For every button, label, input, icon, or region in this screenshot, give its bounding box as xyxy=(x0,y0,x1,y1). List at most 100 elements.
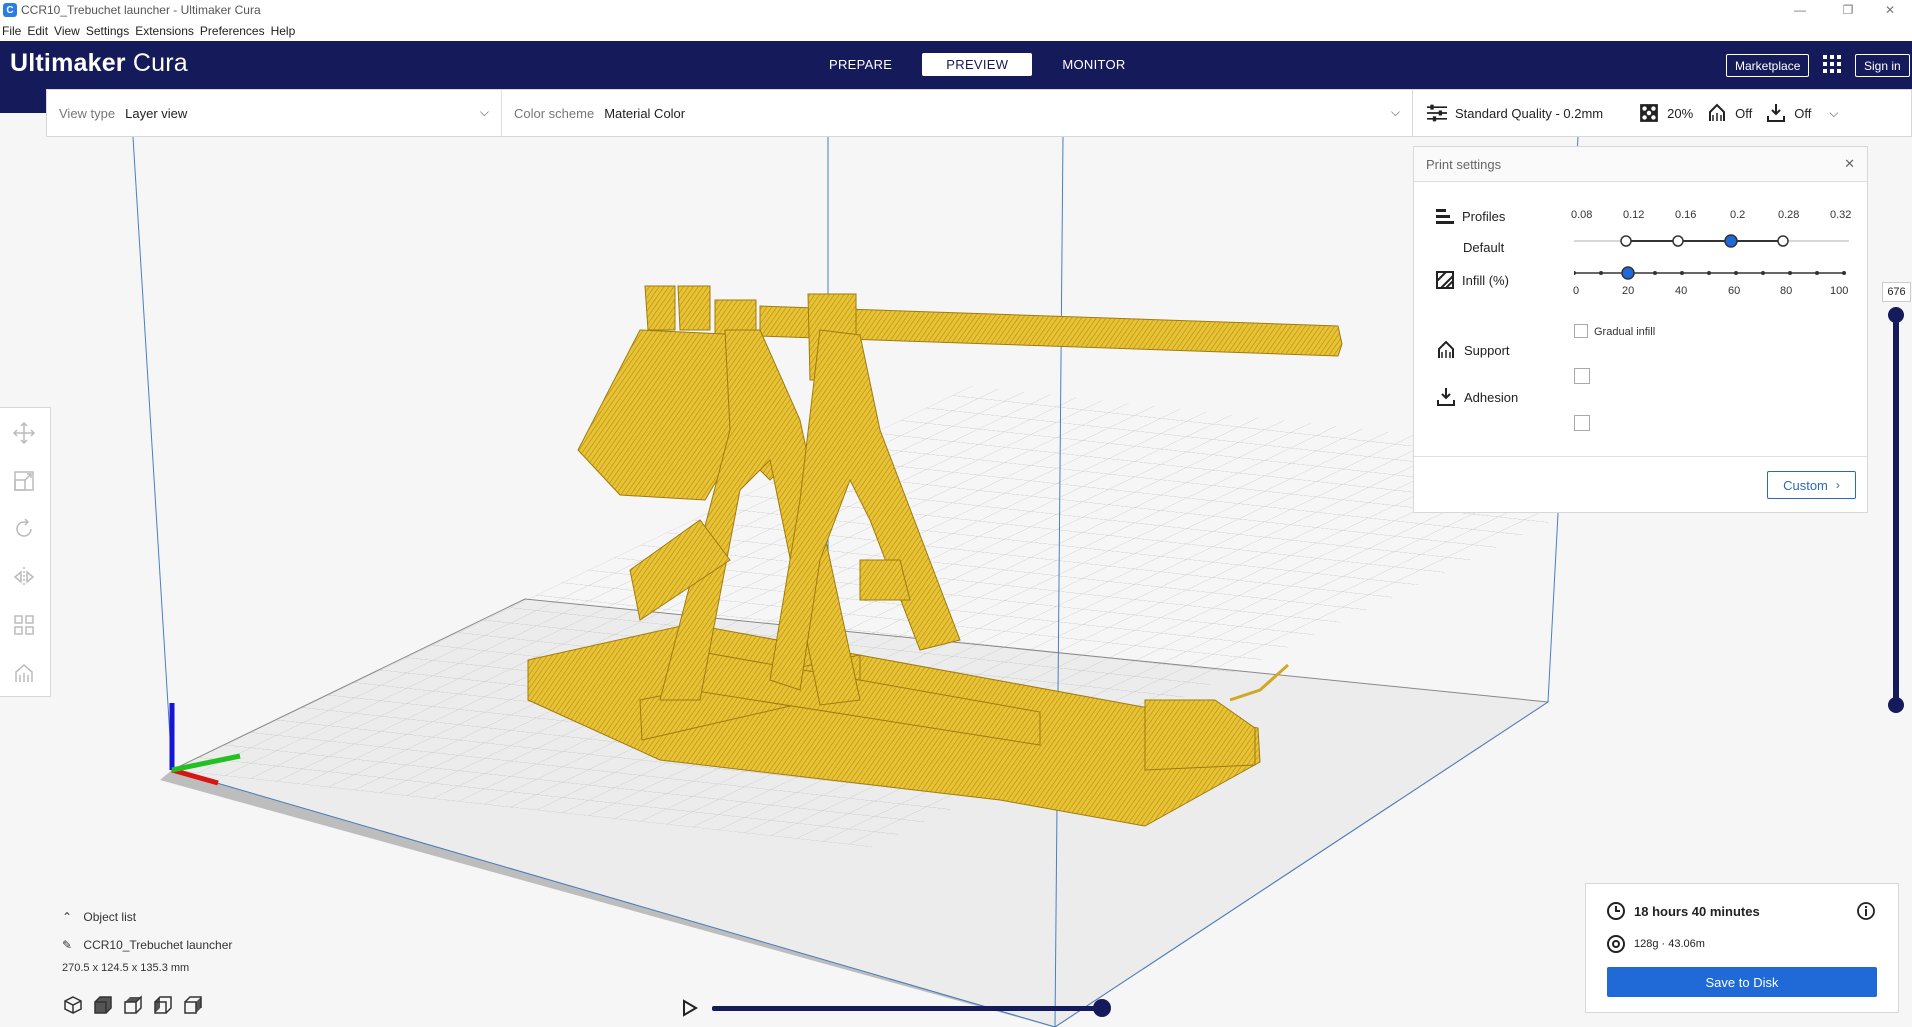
object-name: CCR10_Trebuchet launcher xyxy=(83,938,233,952)
logo-bold-text: Ultimaker xyxy=(10,49,126,77)
layer-slider-track[interactable] xyxy=(1893,314,1899,706)
apps-grid-icon[interactable] xyxy=(1823,55,1841,73)
object-list-label: Object list xyxy=(83,910,137,924)
infill-label: Infill (%) xyxy=(1462,272,1509,288)
profile-default-label: Default xyxy=(1463,240,1505,255)
view-type-label: View type xyxy=(59,105,116,121)
object-dimensions: 270.5 x 124.5 x 135.3 mm xyxy=(62,962,190,974)
left-toolbar xyxy=(0,407,51,697)
infill-tick: 40 xyxy=(1675,285,1688,297)
menu-view[interactable]: View xyxy=(52,24,84,38)
layer-slider-top-handle[interactable] xyxy=(1888,307,1904,323)
custom-settings-button[interactable]: Custom › xyxy=(1767,471,1856,499)
adhesion-icon xyxy=(1437,388,1455,406)
menu-file[interactable]: File xyxy=(0,24,25,38)
support-label: Support xyxy=(1464,342,1510,358)
menu-settings[interactable]: Settings xyxy=(84,24,133,38)
gradual-infill-label: Gradual infill xyxy=(1594,326,1656,338)
close-window-button[interactable]: ✕ xyxy=(1868,0,1912,20)
adhesion-summary-value: Off xyxy=(1794,105,1812,121)
menu-edit[interactable]: Edit xyxy=(25,24,52,38)
color-scheme-dropdown[interactable]: Color scheme Material Color ⌵ xyxy=(502,90,1412,136)
material-row: 128g · 43.06m xyxy=(1606,934,1705,954)
infill-pattern-icon xyxy=(1436,271,1454,289)
view-options-bar: View type Layer view ⌵ Color scheme Mate… xyxy=(46,89,1413,137)
adhesion-label: Adhesion xyxy=(1464,389,1519,405)
menu-help[interactable]: Help xyxy=(269,24,300,38)
save-to-disk-button[interactable]: Save to Disk xyxy=(1607,967,1877,997)
simulation-slider-track[interactable] xyxy=(712,1006,1102,1011)
support-icon xyxy=(1438,340,1454,358)
gradual-infill-checkbox[interactable] xyxy=(1574,324,1588,338)
color-scheme-label: Color scheme xyxy=(514,105,595,121)
left-view-icon[interactable] xyxy=(153,995,173,1015)
print-time: 18 hours 40 minutes xyxy=(1634,903,1760,919)
object-name-row[interactable]: ✎ CCR10_Trebuchet launcher xyxy=(62,938,232,952)
profile-tick: 0.28 xyxy=(1778,209,1800,221)
infill-tick: 0 xyxy=(1573,285,1580,297)
chevron-right-icon: › xyxy=(1835,478,1840,492)
per-model-settings-icon[interactable] xyxy=(13,614,35,636)
support-blocker-icon[interactable] xyxy=(13,662,35,684)
profile-tick: 0.08 xyxy=(1571,209,1593,221)
profiles-icon xyxy=(1436,209,1454,224)
quality-profile-label: Standard Quality - 0.2mm xyxy=(1455,105,1604,121)
menu-preferences[interactable]: Preferences xyxy=(198,24,269,38)
front-view-icon[interactable] xyxy=(93,995,113,1015)
profile-slider[interactable] xyxy=(1574,231,1854,251)
app-logo: Ultimaker Cura xyxy=(10,49,188,78)
right-view-icon[interactable] xyxy=(183,995,203,1015)
restore-button[interactable]: ❐ xyxy=(1826,0,1870,20)
top-view-icon[interactable] xyxy=(123,995,143,1015)
profiles-label: Profiles xyxy=(1462,208,1506,224)
marketplace-button[interactable]: Marketplace xyxy=(1726,54,1810,77)
spool-icon xyxy=(1607,935,1625,953)
adhesion-checkbox[interactable] xyxy=(1574,415,1590,431)
info-icon[interactable] xyxy=(1856,901,1876,921)
sign-in-button[interactable]: Sign in xyxy=(1855,54,1910,77)
layer-number-field[interactable]: 676 xyxy=(1882,282,1911,302)
infill-row: Infill (%) xyxy=(1436,271,1509,289)
tab-prepare[interactable]: PREPARE xyxy=(805,53,916,76)
play-icon[interactable] xyxy=(682,999,698,1017)
print-settings-title: Print settings xyxy=(1414,147,1867,182)
move-tool-icon[interactable] xyxy=(13,422,35,444)
infill-slider[interactable] xyxy=(1574,263,1854,283)
pencil-icon: ✎ xyxy=(62,938,73,952)
chevron-down-icon: ⌵ xyxy=(479,105,489,119)
mirror-tool-icon[interactable] xyxy=(13,566,35,588)
simulation-slider-handle[interactable] xyxy=(1093,999,1111,1017)
infill-summary-value: 20% xyxy=(1667,105,1694,121)
profiles-row: Profiles xyxy=(1436,207,1505,225)
cura-app-icon: C xyxy=(3,3,17,17)
profile-tick: 0.32 xyxy=(1830,209,1852,221)
view-type-dropdown[interactable]: View type Layer view ⌵ xyxy=(47,90,502,136)
infill-tick: 80 xyxy=(1780,285,1793,297)
object-list-toggle[interactable]: ⌃ Object list xyxy=(62,910,136,924)
view-type-value: Layer view xyxy=(125,105,188,121)
support-row: Support xyxy=(1436,340,1510,360)
infill-tick: 20 xyxy=(1622,285,1635,297)
infill-summary-item: 20% xyxy=(1639,103,1693,123)
infill-icon xyxy=(1640,104,1659,122)
tab-preview[interactable]: PREVIEW xyxy=(922,53,1033,76)
menu-extensions[interactable]: Extensions xyxy=(133,24,198,38)
rotate-tool-icon[interactable] xyxy=(13,518,35,540)
close-icon[interactable]: ✕ xyxy=(1844,156,1855,172)
layer-slider-bottom-handle[interactable] xyxy=(1888,697,1904,713)
print-settings-summary[interactable]: Standard Quality - 0.2mm 20% Off Off ⌵ xyxy=(1413,89,1912,137)
tab-monitor[interactable]: MONITOR xyxy=(1038,53,1149,76)
support-checkbox[interactable] xyxy=(1574,368,1590,384)
minimize-button[interactable]: — xyxy=(1778,0,1822,20)
scale-tool-icon[interactable] xyxy=(13,470,35,492)
window-titlebar: C CCR10_Trebuchet launcher - Ultimaker C… xyxy=(0,0,1912,20)
infill-tick: 100 xyxy=(1830,285,1849,297)
chevron-down-icon: ⌵ xyxy=(1390,105,1400,119)
infill-tick: 60 xyxy=(1728,285,1741,297)
clock-icon xyxy=(1607,902,1625,920)
camera-view-buttons xyxy=(63,995,203,1015)
sliders-icon xyxy=(1427,104,1447,122)
print-settings-panel: Print settings ✕ Profiles Default 0.08 0… xyxy=(1413,146,1868,513)
chevron-down-icon[interactable]: ⌵ xyxy=(1829,106,1838,121)
3d-view-icon[interactable] xyxy=(63,995,83,1015)
